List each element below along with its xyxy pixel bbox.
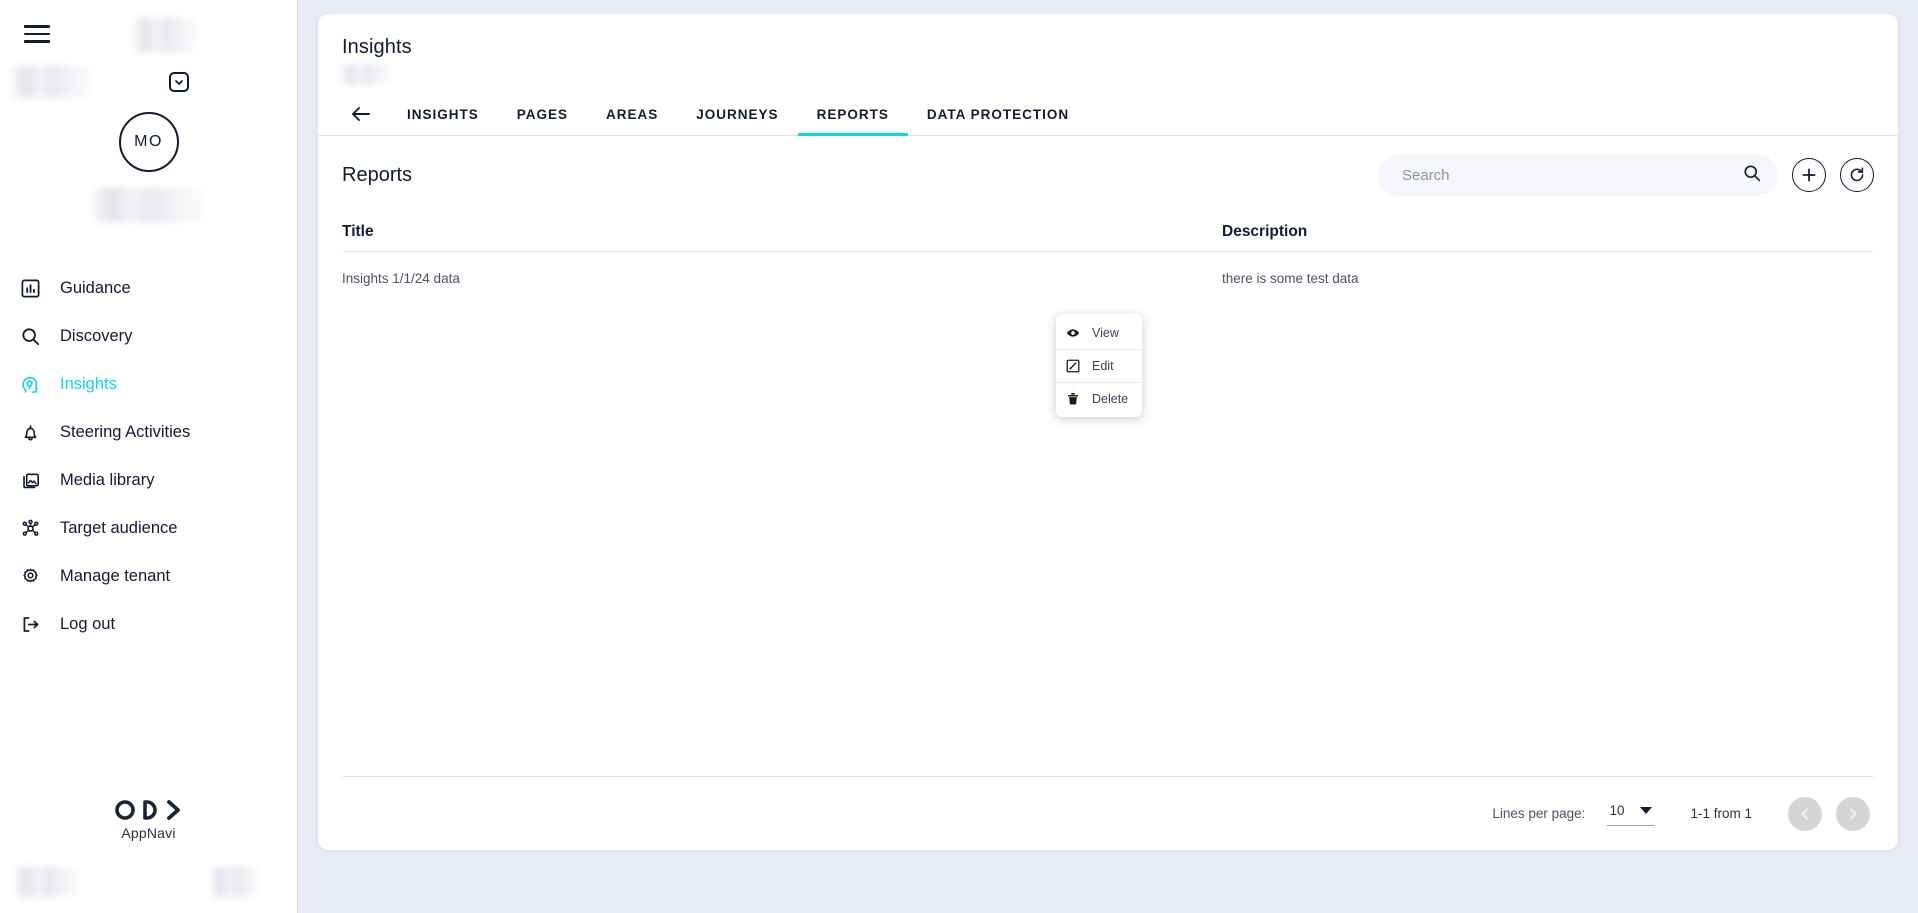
next-page-button[interactable] xyxy=(1836,796,1870,831)
sidebar-item-steering-activities[interactable]: Steering Activities xyxy=(0,408,297,456)
sidebar-item-guidance[interactable]: Guidance xyxy=(0,264,297,312)
gear-icon xyxy=(18,564,42,588)
trash-icon xyxy=(1066,392,1080,406)
column-header-title: Title xyxy=(342,223,374,240)
sidebar-item-label: Manage tenant xyxy=(60,566,171,585)
reports-toolbar: Reports xyxy=(318,136,1898,206)
reports-table: Title Description Insights 1/1/24 data t… xyxy=(318,206,1898,776)
footer-placeholder-left xyxy=(16,867,78,897)
sidebar-item-manage-tenant[interactable]: Manage tenant xyxy=(0,552,297,600)
subtitle-placeholder xyxy=(342,64,390,84)
pagination-range: 1-1 from 1 xyxy=(1690,806,1752,821)
sidebar-header xyxy=(0,0,297,108)
lines-per-page-select[interactable]: 10 xyxy=(1607,802,1655,826)
tab-bar: INSIGHTS PAGES AREAS JOURNEYS REPORTS DA… xyxy=(318,90,1898,136)
main-content: Insights INSIGHTS PAGES AREAS JOURNEYS R… xyxy=(298,0,1918,913)
media-library-icon xyxy=(18,468,42,492)
row-context-menu: View Edit Delete xyxy=(1056,314,1142,417)
eye-icon xyxy=(1066,326,1080,340)
tab-reports[interactable]: REPORTS xyxy=(797,107,909,136)
sidebar-item-target-audience[interactable]: Target audience xyxy=(0,504,297,552)
insights-head-icon xyxy=(18,372,42,396)
column-header-description: Description xyxy=(1222,223,1308,240)
add-report-button[interactable] xyxy=(1792,158,1826,192)
app-root: MO Guidance Discovery Insights Steering … xyxy=(0,0,1918,913)
sidebar-item-label: Media library xyxy=(60,470,155,489)
sidebar-item-label: Discovery xyxy=(60,326,133,345)
user-profile[interactable]: MO xyxy=(0,112,297,222)
context-menu-item-view[interactable]: View xyxy=(1056,316,1142,349)
search-box[interactable] xyxy=(1378,154,1778,196)
section-title: Reports xyxy=(342,163,413,186)
sidebar-item-media-library[interactable]: Media library xyxy=(0,456,297,504)
table-header-row: Title Description xyxy=(342,206,1874,252)
sidebar-item-label: Steering Activities xyxy=(60,422,191,441)
footer-placeholder-right xyxy=(212,867,260,897)
tab-areas[interactable]: AREAS xyxy=(587,107,677,135)
chevron-down-icon[interactable] xyxy=(169,72,189,92)
tab-data-protection[interactable]: DATA PROTECTION xyxy=(908,107,1088,135)
brand-logo: AppNavi xyxy=(0,798,297,841)
bell-icon xyxy=(18,420,42,444)
sidebar-item-label: Insights xyxy=(60,374,117,393)
cell-description: there is some test data xyxy=(1222,270,1359,286)
page-title: Insights xyxy=(342,36,412,58)
logout-icon xyxy=(18,612,42,636)
sidebar-nav: Guidance Discovery Insights Steering Act… xyxy=(0,264,297,648)
bar-chart-icon xyxy=(18,276,42,300)
sidebar-item-label: Guidance xyxy=(60,278,131,297)
tab-insights[interactable]: INSIGHTS xyxy=(388,107,498,135)
avatar: MO xyxy=(118,112,179,172)
edit-square-icon xyxy=(1066,359,1080,373)
lines-per-page-label: Lines per page: xyxy=(1492,806,1586,821)
user-name-placeholder xyxy=(94,188,203,222)
reports-panel: Insights INSIGHTS PAGES AREAS JOURNEYS R… xyxy=(318,14,1898,850)
lines-per-page-value: 10 xyxy=(1609,803,1625,818)
context-menu-item-edit[interactable]: Edit xyxy=(1056,349,1142,382)
sidebar-item-discovery[interactable]: Discovery xyxy=(0,312,297,360)
context-menu-item-label: Delete xyxy=(1092,392,1129,406)
target-audience-icon xyxy=(18,516,42,540)
toolbar-actions xyxy=(1378,154,1874,196)
search-icon xyxy=(18,324,42,348)
tenant-logo-placeholder xyxy=(135,18,197,52)
context-menu-item-delete[interactable]: Delete xyxy=(1056,382,1142,415)
sidebar-item-log-out[interactable]: Log out xyxy=(0,600,297,648)
back-arrow-icon[interactable] xyxy=(342,105,388,135)
search-input[interactable] xyxy=(1400,165,1742,185)
sidebar-item-label: Log out xyxy=(60,614,116,633)
table-row[interactable]: Insights 1/1/24 data there is some test … xyxy=(342,252,1874,304)
tab-pages[interactable]: PAGES xyxy=(498,107,587,135)
context-menu-item-label: Edit xyxy=(1092,359,1114,373)
previous-page-button[interactable] xyxy=(1788,796,1822,831)
sidebar-item-insights[interactable]: Insights xyxy=(0,360,297,408)
appnavi-mark-icon xyxy=(0,798,297,822)
search-icon[interactable] xyxy=(1742,163,1762,188)
sidebar: MO Guidance Discovery Insights Steering … xyxy=(0,0,298,913)
tab-journeys[interactable]: JOURNEYS xyxy=(677,107,797,135)
chevron-down-icon xyxy=(1640,802,1653,820)
table-footer: Lines per page: 10 1-1 from 1 xyxy=(342,776,1874,850)
brand-name: AppNavi xyxy=(121,825,176,841)
refresh-button[interactable] xyxy=(1840,158,1874,192)
panel-header: Insights xyxy=(318,14,1898,84)
tenant-name-placeholder xyxy=(14,66,90,98)
sidebar-item-label: Target audience xyxy=(60,518,178,537)
cell-title: Insights 1/1/24 data xyxy=(342,270,460,286)
hamburger-menu-icon[interactable] xyxy=(24,25,50,43)
context-menu-item-label: View xyxy=(1092,325,1119,340)
